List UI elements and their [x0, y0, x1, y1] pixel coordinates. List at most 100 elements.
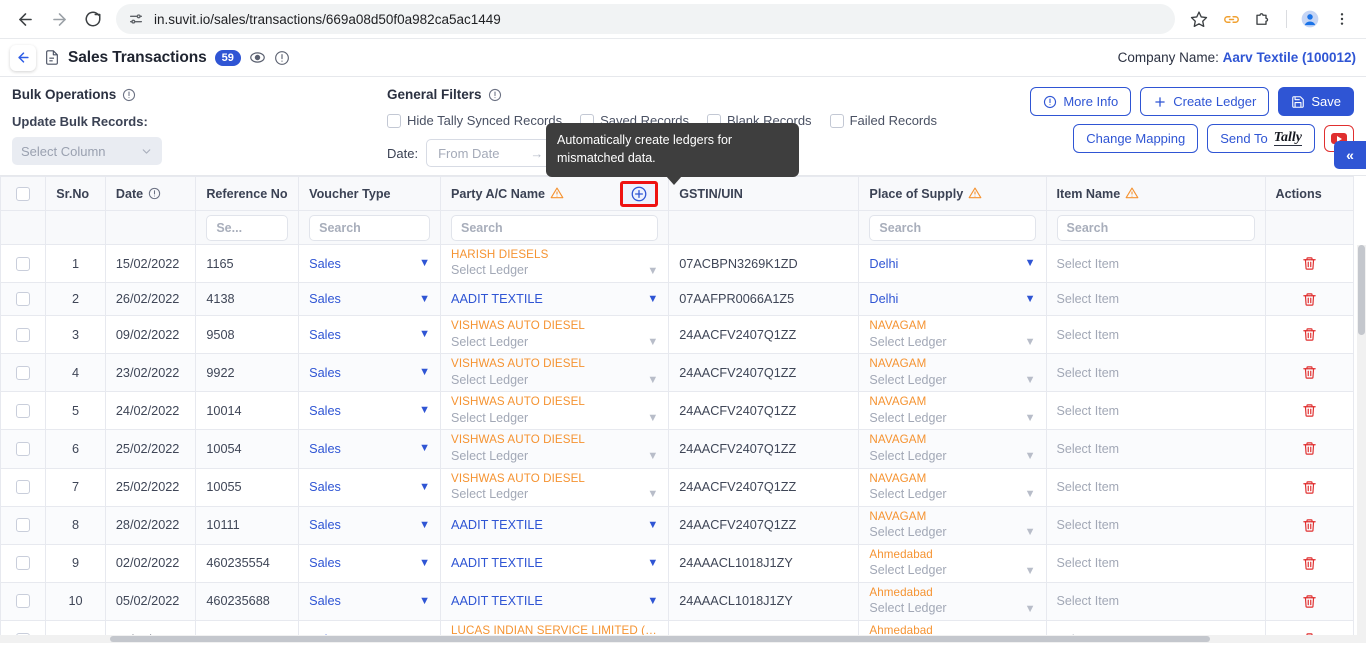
place-select-ledger[interactable]: Select Ledger — [869, 525, 946, 541]
row-checkbox[interactable] — [16, 403, 31, 418]
chevron-down-icon[interactable]: ▼ — [1025, 293, 1036, 305]
cell-party-name[interactable]: AADIT TEXTILE ▼ — [439, 505, 670, 545]
table-row[interactable]: 1 15/02/2022 1165 Sales ▼ HARISH DIESELS Selec… — [0, 243, 1355, 284]
party-name-value[interactable]: AADIT TEXTILE — [451, 518, 543, 532]
party-select-ledger[interactable]: Select Ledger — [451, 263, 528, 279]
chevron-down-icon[interactable]: ▼ — [647, 489, 658, 500]
cell-party-name[interactable]: VISHWAS AUTO DIESEL Select Ledger ▼ — [439, 315, 670, 355]
place-select-ledger[interactable]: Select Ledger — [869, 601, 946, 617]
cell-place-of-supply[interactable]: NAVAGAM Select Ledger ▼ — [858, 315, 1047, 355]
party-name-value[interactable]: AADIT TEXTILE — [451, 594, 543, 608]
send-to-tally-button[interactable]: Send To Tally — [1207, 124, 1315, 153]
row-checkbox[interactable] — [16, 292, 31, 307]
search-input-party-name[interactable]: Search — [451, 214, 659, 241]
collapse-panel-button[interactable]: « — [1334, 141, 1366, 169]
party-select-ledger[interactable]: Select Ledger — [451, 449, 528, 465]
chevron-down-icon[interactable]: ▼ — [1025, 375, 1036, 386]
chevron-down-icon[interactable]: ▼ — [647, 557, 658, 569]
chevron-down-icon[interactable]: ▼ — [419, 367, 430, 378]
cell-place-of-supply[interactable]: Delhi ▼ — [858, 282, 1047, 317]
chevron-down-icon[interactable]: ▼ — [647, 293, 658, 305]
chevron-down-icon[interactable]: ▼ — [1025, 565, 1036, 577]
profile-avatar-icon[interactable] — [1296, 5, 1324, 33]
place-select-ledger[interactable]: Select Ledger — [869, 411, 946, 427]
browser-forward-icon[interactable] — [44, 4, 74, 34]
more-info-button[interactable]: More Info — [1030, 87, 1132, 116]
checkbox-hide-tally-synced[interactable] — [387, 113, 401, 128]
chevron-down-icon[interactable]: ▼ — [419, 293, 430, 305]
cell-voucher-type[interactable]: Sales ▼ — [298, 467, 441, 507]
info-circle-icon[interactable] — [274, 50, 290, 66]
chevron-down-icon[interactable]: ▼ — [647, 375, 658, 386]
search-input-voucher-type[interactable]: Search — [309, 214, 430, 241]
chevron-down-icon[interactable]: ▼ — [419, 405, 430, 416]
horizontal-scrollbar-thumb[interactable] — [110, 636, 1210, 642]
table-row[interactable]: 7 25/02/2022 10055 Sales ▼ VISHWAS AUTO DIESE… — [0, 467, 1355, 507]
trash-icon[interactable] — [1276, 518, 1343, 533]
puzzle-icon[interactable] — [1249, 5, 1277, 33]
info-circle-icon[interactable] — [122, 88, 136, 102]
table-row[interactable]: 9 02/02/2022 460235554 Sales ▼ AADIT TEXTILE ▼… — [0, 543, 1355, 583]
chevron-down-icon[interactable]: ▼ — [1025, 489, 1036, 500]
cell-voucher-type[interactable]: Sales ▼ — [298, 282, 441, 317]
search-input-reference-no[interactable]: Se... — [206, 214, 289, 241]
cell-item-name[interactable]: Select Item — [1045, 581, 1266, 621]
cell-place-of-supply[interactable]: Ahmedabad Select Ledger ▼ — [858, 581, 1047, 621]
cell-item-name[interactable]: Select Item — [1045, 543, 1266, 583]
cell-voucher-type[interactable]: Sales ▼ — [298, 505, 441, 545]
row-checkbox[interactable] — [16, 556, 31, 571]
chevron-down-icon[interactable]: ▼ — [647, 519, 658, 531]
place-of-supply-value[interactable]: Delhi — [869, 292, 898, 306]
place-select-ledger[interactable]: Select Ledger — [869, 335, 946, 351]
change-mapping-button[interactable]: Change Mapping — [1073, 124, 1199, 153]
browser-reload-icon[interactable] — [78, 4, 108, 34]
chevron-down-icon[interactable]: ▼ — [419, 443, 430, 454]
chevron-down-icon[interactable]: ▼ — [419, 481, 430, 493]
vertical-scrollbar-thumb[interactable] — [1358, 245, 1365, 335]
search-input-item-name[interactable]: Search — [1056, 214, 1255, 241]
trash-icon[interactable] — [1276, 327, 1343, 342]
place-select-ledger[interactable]: Select Ledger — [869, 487, 946, 503]
info-circle-icon[interactable] — [148, 187, 161, 200]
chevron-down-icon[interactable]: ▼ — [419, 595, 430, 607]
cell-item-name[interactable]: Select Item — [1045, 391, 1266, 431]
trash-icon[interactable] — [1276, 441, 1343, 456]
chevron-down-icon[interactable]: ▼ — [647, 265, 658, 277]
create-ledger-button[interactable]: Create Ledger — [1140, 87, 1270, 116]
trash-icon[interactable] — [1276, 403, 1343, 418]
place-select-ledger[interactable]: Select Ledger — [869, 449, 946, 465]
select-all-checkbox[interactable] — [16, 186, 31, 201]
search-input-place-of-supply[interactable]: Search — [869, 214, 1036, 241]
cell-voucher-type[interactable]: Sales ▼ — [298, 581, 441, 621]
trash-icon[interactable] — [1276, 292, 1343, 307]
plus-circle-icon[interactable] — [630, 185, 648, 203]
cell-voucher-type[interactable]: Sales ▼ — [298, 429, 441, 469]
select-column-dropdown[interactable]: Select Column — [12, 137, 162, 165]
row-checkbox[interactable] — [16, 518, 31, 533]
cell-voucher-type[interactable]: Sales ▼ — [298, 543, 441, 583]
cell-item-name[interactable]: Select Item — [1045, 353, 1266, 393]
party-select-ledger[interactable]: Select Ledger — [451, 411, 528, 427]
cell-party-name[interactable]: VISHWAS AUTO DIESEL Select Ledger ▼ — [439, 429, 670, 469]
chevron-down-icon[interactable]: ▼ — [647, 413, 658, 424]
cell-place-of-supply[interactable]: NAVAGAM Select Ledger ▼ — [858, 391, 1047, 431]
cell-party-name[interactable]: VISHWAS AUTO DIESEL Select Ledger ▼ — [439, 391, 670, 431]
table-row[interactable]: 2 26/02/2022 4138 Sales ▼ AADIT TEXTILE ▼ 07AAF… — [0, 282, 1355, 317]
site-settings-icon[interactable] — [128, 11, 144, 27]
place-of-supply-value[interactable]: Delhi — [869, 257, 898, 271]
party-select-ledger[interactable]: Select Ledger — [451, 335, 528, 351]
trash-icon[interactable] — [1276, 594, 1343, 609]
row-checkbox[interactable] — [16, 594, 31, 609]
chevron-down-icon[interactable]: ▼ — [647, 595, 658, 607]
cell-voucher-type[interactable]: Sales ▼ — [298, 391, 441, 431]
table-row[interactable]: 3 09/02/2022 9508 Sales ▼ VISHWAS AUTO DIESEL… — [0, 315, 1355, 355]
page-back-button[interactable] — [10, 44, 36, 71]
trash-icon[interactable] — [1276, 480, 1343, 495]
chevron-down-icon[interactable]: ▼ — [1025, 527, 1036, 538]
row-checkbox[interactable] — [16, 327, 31, 342]
vertical-scrollbar[interactable] — [1357, 245, 1366, 643]
chevron-down-icon[interactable]: ▼ — [647, 451, 658, 462]
chevron-down-icon[interactable]: ▼ — [1025, 336, 1036, 348]
cell-place-of-supply[interactable]: Delhi ▼ — [858, 243, 1047, 284]
trash-icon[interactable] — [1276, 556, 1343, 571]
